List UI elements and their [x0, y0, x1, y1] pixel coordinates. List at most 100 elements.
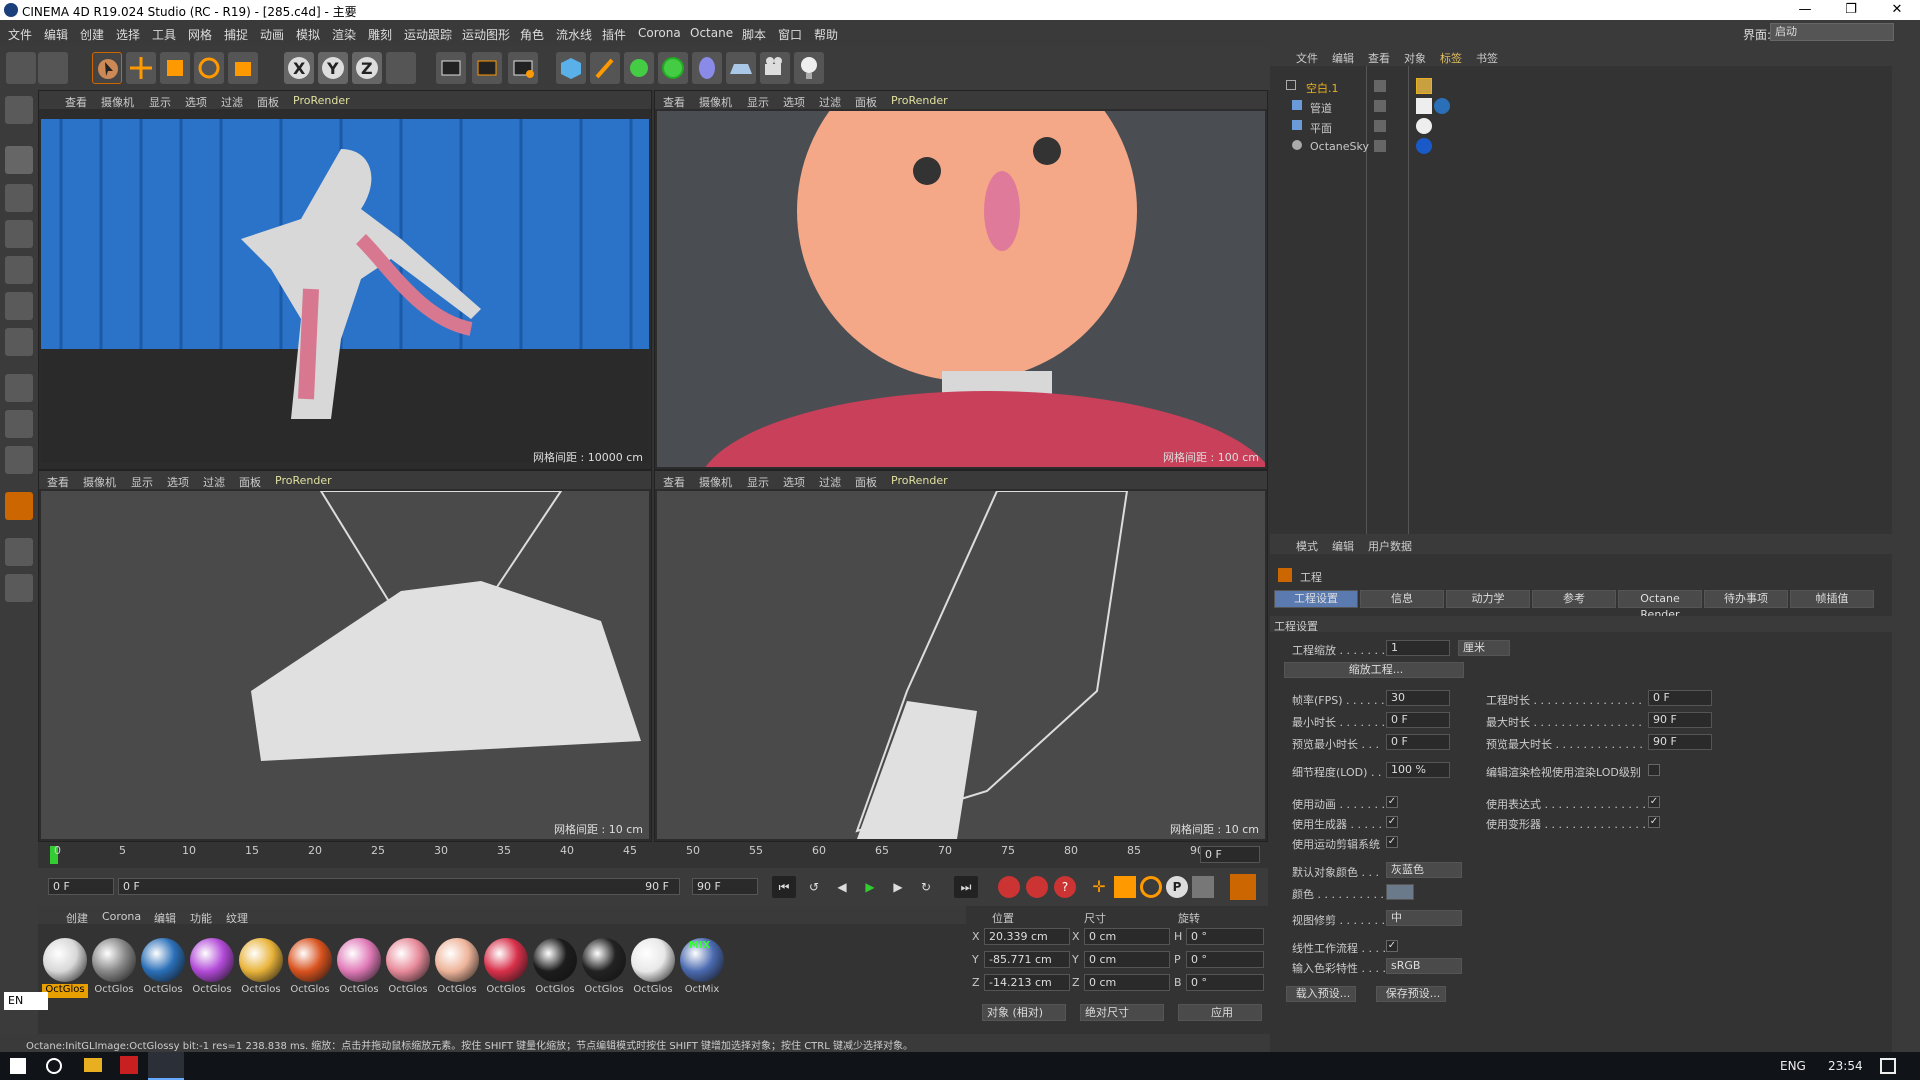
vp-renderer[interactable]: ProRender — [275, 474, 332, 487]
vp-menu-camera[interactable]: 摄像机 — [699, 474, 732, 490]
pos-z-field[interactable]: -14.213 cm — [984, 974, 1070, 991]
vp-menu-view[interactable]: 查看 — [663, 474, 685, 490]
vp-menu-view[interactable]: 查看 — [663, 94, 685, 110]
camera-icon[interactable] — [760, 52, 790, 84]
viewport-front[interactable]: 查看 摄像机 显示 选项 过滤 面板 ProRender 网格间距 : 10 c… — [654, 470, 1268, 842]
interface-select[interactable]: 启动 — [1770, 23, 1894, 41]
polygons-mode-icon[interactable] — [5, 328, 33, 356]
object-row-plane[interactable]: 平面 — [1270, 118, 1892, 136]
x-axis-icon[interactable]: X — [284, 52, 314, 84]
fps-field[interactable]: 30 — [1386, 690, 1450, 706]
mat-menu-corona[interactable]: Corona — [102, 910, 141, 923]
subdivision-surface-icon[interactable] — [624, 52, 654, 84]
load-preset-button[interactable]: 载入预设... — [1286, 986, 1356, 1002]
visibility-icon[interactable] — [1374, 140, 1386, 152]
edges-mode-icon[interactable] — [5, 292, 33, 320]
search-icon[interactable] — [46, 1058, 62, 1074]
menu-edit[interactable]: 编辑 — [44, 26, 68, 43]
material-tag-icon[interactable] — [1434, 98, 1450, 114]
end-frame-field[interactable]: 90 F — [692, 878, 758, 895]
material-swatch[interactable]: OctGlos — [287, 938, 333, 998]
mat-menu-function[interactable]: 功能 — [190, 910, 212, 926]
vp-menu-panel[interactable]: 面板 — [855, 94, 877, 110]
pen-spline-icon[interactable] — [590, 52, 620, 84]
menu-window[interactable]: 窗口 — [778, 26, 802, 43]
menu-file[interactable]: 文件 — [8, 26, 32, 43]
vp-menu-display[interactable]: 显示 — [131, 474, 153, 490]
om-menu-edit[interactable]: 编辑 — [1332, 50, 1354, 66]
visibility-icon[interactable] — [1374, 80, 1386, 92]
save-preset-button[interactable]: 保存预设... — [1376, 986, 1446, 1002]
object-row-octanesky[interactable]: OctaneSky — [1270, 138, 1892, 156]
make-editable-icon[interactable] — [5, 96, 33, 124]
pos-x-field[interactable]: 20.339 cm — [984, 928, 1070, 945]
rot-h-field[interactable]: 0 ° — [1186, 928, 1264, 945]
tab-project-settings[interactable]: 工程设置 — [1274, 590, 1358, 608]
render-to-picture-viewer-icon[interactable] — [472, 52, 502, 84]
magnet-icon[interactable] — [5, 492, 33, 520]
pos-y-field[interactable]: -85.771 cm — [984, 951, 1070, 968]
material-swatch[interactable]: OctGlos — [385, 938, 431, 998]
range-slider[interactable]: 0 F 90 F — [118, 878, 680, 895]
mat-menu-texture[interactable]: 纹理 — [226, 910, 248, 926]
wps-icon[interactable] — [120, 1056, 138, 1074]
menu-snap[interactable]: 捕捉 — [224, 26, 248, 43]
lock-workplane-icon[interactable] — [5, 538, 33, 566]
menu-character[interactable]: 角色 — [520, 26, 544, 43]
min-time-field[interactable]: 0 F — [1386, 712, 1450, 728]
clock[interactable]: 23:54 — [1828, 1059, 1863, 1073]
linear-workflow-checkbox[interactable]: ✓ — [1386, 940, 1398, 952]
cinema4d-taskbar-icon[interactable] — [148, 1052, 184, 1080]
color-swatch[interactable] — [1386, 884, 1414, 900]
material-swatch[interactable]: OctGlos — [483, 938, 529, 998]
vp-menu-panel[interactable]: 面板 — [257, 94, 279, 110]
use-animation-checkbox[interactable]: ✓ — [1386, 796, 1398, 808]
menu-mograph[interactable]: 运动图形 — [462, 26, 510, 43]
vp-menu-filter[interactable]: 过滤 — [221, 94, 243, 110]
preview-max-field[interactable]: 90 F — [1648, 734, 1712, 750]
menu-help[interactable]: 帮助 — [814, 26, 838, 43]
tag-icon[interactable] — [1416, 78, 1432, 94]
menu-plugins[interactable]: 插件 — [602, 26, 626, 43]
rot-p-field[interactable]: 0 ° — [1186, 951, 1264, 968]
material-swatch[interactable]: OctGlos — [42, 938, 88, 998]
use-generators-checkbox[interactable]: ✓ — [1386, 816, 1398, 828]
size-z-field[interactable]: 0 cm — [1084, 974, 1170, 991]
color-profile-select[interactable]: sRGB — [1386, 958, 1462, 974]
vp-menu-options[interactable]: 选项 — [783, 94, 805, 110]
size-y-field[interactable]: 0 cm — [1084, 951, 1170, 968]
key-scale-icon[interactable] — [1114, 876, 1136, 898]
floor-environment-icon[interactable] — [726, 52, 756, 84]
scale-unit-select[interactable]: 厘米 — [1458, 640, 1510, 656]
key-position-icon[interactable]: ✛ — [1088, 876, 1110, 898]
file-explorer-icon[interactable] — [84, 1058, 102, 1072]
motion-system-checkbox[interactable]: ✓ — [1386, 836, 1398, 848]
windows-start-icon[interactable] — [10, 1058, 26, 1074]
om-menu-bookmarks[interactable]: 书签 — [1476, 50, 1498, 66]
vp-menu-panel[interactable]: 面板 — [239, 474, 261, 490]
vp-menu-filter[interactable]: 过滤 — [819, 474, 841, 490]
size-x-field[interactable]: 0 cm — [1084, 928, 1170, 945]
object-row-pipe[interactable]: 管道 — [1270, 98, 1892, 116]
select-tool-icon[interactable] — [92, 52, 122, 84]
view-clipping-select[interactable]: 中 — [1386, 910, 1462, 926]
menu-render[interactable]: 渲染 — [332, 26, 356, 43]
notification-icon[interactable] — [1880, 1058, 1896, 1074]
material-swatch[interactable]: OctGlos — [91, 938, 137, 998]
project-time-field[interactable]: 0 F — [1648, 690, 1712, 706]
menu-script[interactable]: 脚本 — [742, 26, 766, 43]
vp-menu-view[interactable]: 查看 — [47, 474, 69, 490]
vp-menu-options[interactable]: 选项 — [185, 94, 207, 110]
tab-todo[interactable]: 待办事项 — [1704, 590, 1788, 608]
object-row-null[interactable]: 空白.1 — [1270, 78, 1892, 96]
rotate-tool-icon[interactable] — [194, 52, 224, 84]
grid-snap-icon[interactable] — [5, 574, 33, 602]
max-time-field[interactable]: 90 F — [1648, 712, 1712, 728]
size-mode-select[interactable]: 绝对尺寸 — [1080, 1004, 1164, 1021]
visibility-icon[interactable] — [1374, 100, 1386, 112]
scale-tool-icon[interactable] — [160, 52, 190, 84]
language-indicator[interactable]: ENG — [1780, 1059, 1806, 1073]
timeline-ruler[interactable]: 0 5 10 15 20 25 30 35 40 45 50 55 60 65 … — [38, 842, 1268, 868]
material-tag-icon[interactable] — [1416, 118, 1432, 134]
light-icon[interactable] — [794, 52, 824, 84]
